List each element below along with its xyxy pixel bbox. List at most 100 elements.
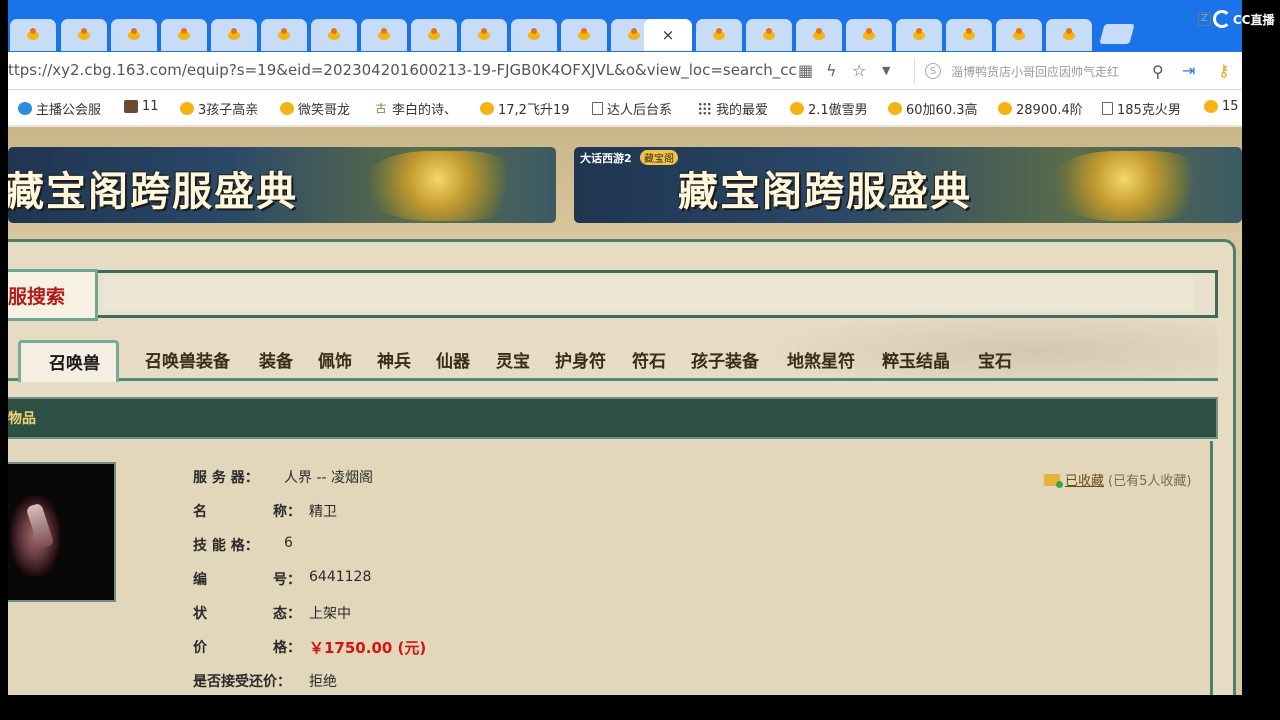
tab-child-equipment[interactable]: 孩子装备 bbox=[691, 347, 759, 372]
key-icon[interactable]: ⚷ bbox=[1218, 61, 1230, 80]
cc-live-label: CC直播 bbox=[1232, 12, 1275, 27]
dragon-artwork bbox=[1052, 151, 1212, 221]
price-label-suffix: 格： bbox=[273, 640, 301, 656]
browser-tab[interactable] bbox=[746, 19, 792, 51]
bookmark-icon bbox=[280, 102, 294, 115]
qr-code-icon[interactable]: ▦ bbox=[798, 61, 813, 80]
game-favicon-icon bbox=[25, 28, 41, 42]
promo-banner[interactable]: 大话西游2 藏宝阁 藏宝阁跨服盛典 bbox=[574, 147, 1242, 223]
bookmark-label: 28900.4阶 bbox=[1016, 103, 1083, 118]
tab-spirit-treasure[interactable]: 灵宝 bbox=[496, 347, 530, 372]
bookmark-label: 17,2飞升19 bbox=[498, 103, 570, 118]
tab-summon-beast[interactable]: 召唤兽 bbox=[18, 340, 119, 382]
game-favicon-icon bbox=[326, 28, 342, 42]
browser-tab[interactable] bbox=[111, 19, 157, 51]
tab-amulet[interactable]: 护身符 bbox=[555, 347, 606, 372]
new-tab-button[interactable] bbox=[1099, 24, 1135, 44]
promo-banner[interactable]: 藏宝阁跨服盛典 bbox=[8, 147, 556, 223]
game-logo: 大话西游2 bbox=[580, 152, 632, 165]
status-label-suffix: 态： bbox=[273, 606, 301, 622]
game-favicon-icon bbox=[176, 28, 192, 42]
close-tab-icon[interactable]: × bbox=[662, 26, 675, 44]
banner-title: 藏宝阁跨服盛典 bbox=[8, 168, 298, 215]
browser-tab[interactable] bbox=[361, 19, 407, 51]
bookmark-label: 185克火男 bbox=[1117, 103, 1181, 118]
tab-gem[interactable]: 宝石 bbox=[978, 347, 1012, 372]
bookmark-item[interactable]: 2.1傲雪男 bbox=[790, 99, 868, 118]
name-label-suffix: 称： bbox=[273, 504, 301, 520]
search-bar[interactable]: S 淄博鸭货店小哥回应因帅气走红 ⚲ bbox=[914, 58, 1176, 84]
bookmark-item[interactable]: 达人后台系 bbox=[592, 99, 672, 118]
bookmark-item[interactable]: 3孩子高亲 bbox=[180, 99, 258, 118]
favorite-area: 已收藏 (已有5人收藏) bbox=[1044, 470, 1191, 489]
price-value: ￥1750.00 (元) bbox=[309, 639, 427, 657]
browser-tab[interactable] bbox=[896, 19, 942, 51]
item-detail: 服 务 器： 人界 -- 凌烟阁 名 称： 精卫 技 能 格： 6 编 号： 6… bbox=[8, 441, 1213, 695]
tab-fairy-weapon[interactable]: 仙器 bbox=[436, 347, 470, 372]
chevron-down-icon[interactable]: ▼ bbox=[882, 64, 890, 77]
status-label: 状 bbox=[193, 606, 207, 622]
bookmark-item[interactable]: 11 bbox=[124, 99, 159, 114]
browser-tab[interactable] bbox=[61, 19, 107, 51]
url-field[interactable]: ttps://xy2.cbg.163.com/equip?s=19&eid=20… bbox=[8, 61, 797, 79]
browser-tab[interactable] bbox=[561, 19, 607, 51]
status-value: 上架中 bbox=[309, 606, 351, 622]
browser-tab[interactable] bbox=[161, 19, 207, 51]
browser-tab[interactable] bbox=[411, 19, 457, 51]
bookmark-label: 2.1傲雪男 bbox=[808, 103, 868, 118]
tab-accessory[interactable]: 佩饰 bbox=[318, 347, 352, 372]
price-label: 价 bbox=[193, 640, 207, 656]
browser-tab[interactable] bbox=[946, 19, 992, 51]
bookmark-item[interactable]: 我的最爱 bbox=[698, 99, 768, 118]
browser-tab[interactable] bbox=[511, 19, 557, 51]
lightning-icon[interactable]: ϟ bbox=[826, 61, 837, 80]
game-favicon-icon bbox=[576, 28, 592, 42]
browser-tab[interactable] bbox=[261, 19, 307, 51]
bookmark-item[interactable]: 微笑哥龙 bbox=[280, 99, 350, 118]
search-area[interactable] bbox=[104, 277, 1194, 311]
name-value: 精卫 bbox=[309, 504, 337, 520]
favorite-link[interactable]: 已收藏 bbox=[1065, 470, 1104, 489]
bookmark-item[interactable]: 60加60.3高 bbox=[888, 99, 978, 118]
tab-star-talisman[interactable]: 地煞星符 bbox=[787, 347, 855, 372]
search-input[interactable]: 淄博鸭货店小哥回应因帅气走红 bbox=[951, 63, 1146, 80]
login-icon[interactable]: ⇥ bbox=[1182, 61, 1195, 80]
browser-tab[interactable] bbox=[846, 19, 892, 51]
browser-tab-active[interactable]: × bbox=[644, 19, 692, 51]
game-favicon-icon bbox=[761, 28, 777, 42]
tab-rune-stone[interactable]: 符石 bbox=[632, 347, 666, 372]
tab-divine-weapon[interactable]: 神兵 bbox=[377, 347, 411, 372]
game-favicon-icon bbox=[961, 28, 977, 42]
bookmark-item[interactable]: 28900.4阶 bbox=[998, 99, 1083, 118]
browser-tab[interactable] bbox=[211, 19, 257, 51]
dragon-artwork bbox=[366, 151, 526, 221]
game-favicon-icon bbox=[911, 28, 927, 42]
tab-jade-crystal[interactable]: 粹玉结晶 bbox=[882, 347, 950, 372]
tab-summon-equipment[interactable]: 召唤兽装备 bbox=[145, 347, 230, 372]
bookmark-item[interactable]: 古李白的诗、 bbox=[374, 99, 457, 118]
bookmark-icon bbox=[1102, 102, 1113, 115]
browser-tab[interactable] bbox=[311, 19, 357, 51]
bookmark-item[interactable]: 15 bbox=[1204, 99, 1239, 114]
server-value: 人界 -- 凌烟阁 bbox=[284, 470, 374, 486]
bookmark-item[interactable]: 17,2飞升19 bbox=[480, 99, 570, 118]
tab-equipment[interactable]: 装备 bbox=[259, 347, 293, 372]
search-icon[interactable]: ⚲ bbox=[1152, 62, 1164, 81]
favorite-count: (已有5人收藏) bbox=[1108, 474, 1192, 489]
game-favicon-icon bbox=[126, 28, 142, 42]
browser-tab[interactable] bbox=[996, 19, 1042, 51]
browser-tab[interactable] bbox=[461, 19, 507, 51]
bookmark-item[interactable]: 主播公会服 bbox=[18, 99, 101, 118]
status-row: 状 态： 上架中 bbox=[193, 603, 351, 623]
browser-tab[interactable] bbox=[696, 19, 742, 51]
game-favicon-icon bbox=[226, 28, 242, 42]
price-row: 价 格： ￥1750.00 (元) bbox=[193, 637, 426, 658]
bookmark-icon bbox=[18, 102, 32, 115]
address-bar: ttps://xy2.cbg.163.com/equip?s=19&eid=20… bbox=[8, 52, 1242, 90]
browser-tab[interactable] bbox=[10, 19, 56, 51]
star-bookmark-icon[interactable]: ☆ bbox=[852, 61, 866, 80]
item-thumbnail[interactable] bbox=[8, 462, 116, 602]
browser-tab[interactable] bbox=[1046, 19, 1092, 51]
bookmark-item[interactable]: 185克火男 bbox=[1102, 99, 1181, 118]
browser-tab[interactable] bbox=[796, 19, 842, 51]
